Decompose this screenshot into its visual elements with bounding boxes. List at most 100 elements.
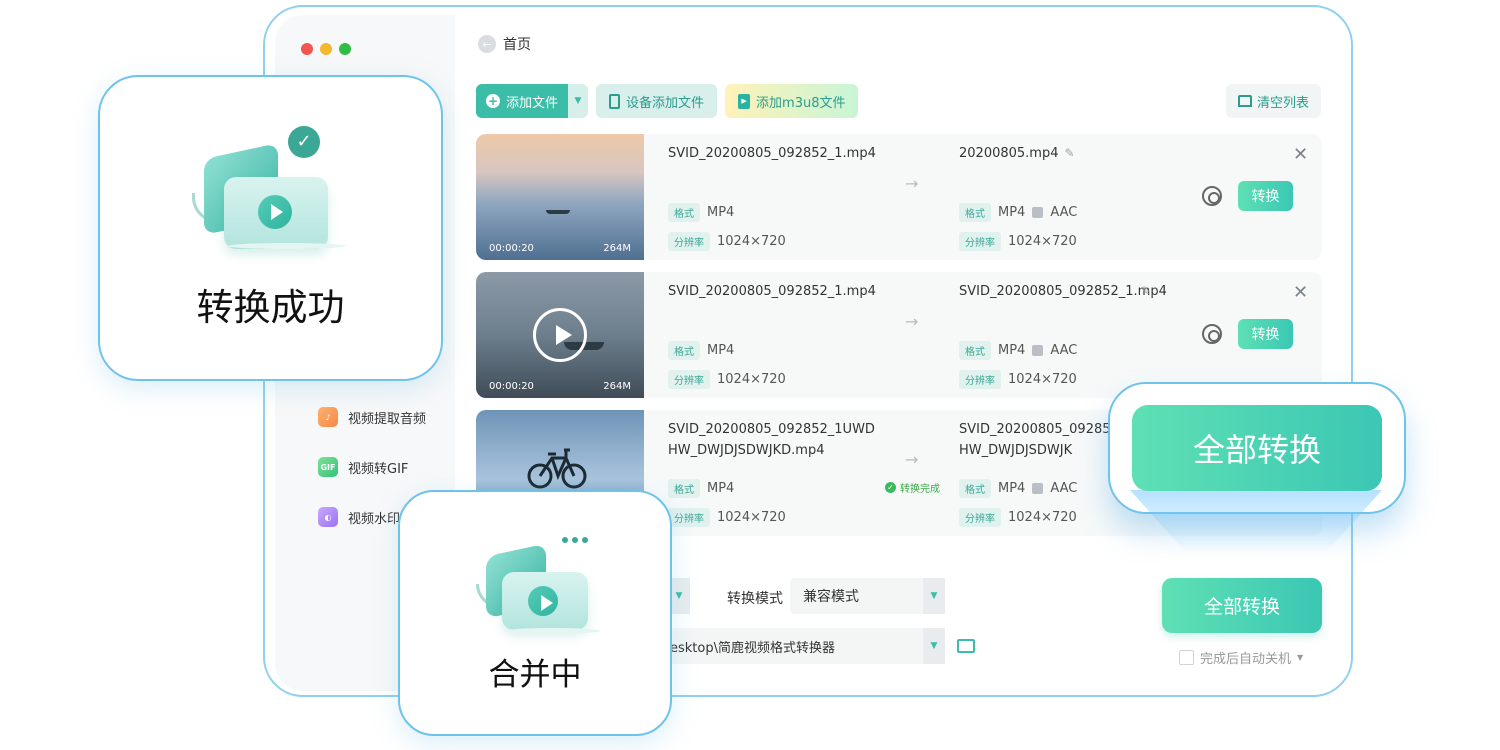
add-file-dropdown-icon[interactable]: ▼	[568, 84, 589, 118]
resolution-tag: 分辨率	[668, 370, 710, 389]
shadow-graphic	[504, 628, 600, 634]
resolution-tag: 分辨率	[959, 232, 1001, 251]
resolution-tag: 分辨率	[959, 370, 1001, 389]
output-path-value: esktop\简鹿视频格式转换器	[670, 640, 835, 656]
source-file-name: SVID_20200805_092852_1.mp4	[668, 146, 876, 161]
format-value: MP4	[707, 205, 735, 220]
output-resolution: 分辨率 1024×720	[959, 370, 1077, 389]
status-text: 转换完成	[900, 484, 940, 495]
arrow-right-icon: →	[905, 450, 919, 469]
arrow-right-icon: →	[905, 174, 919, 193]
success-label: 转换成功	[196, 286, 345, 329]
add-m3u8-label: 添加m3u8文件	[756, 95, 846, 111]
add-m3u8-button[interactable]: ▶ 添加m3u8文件	[725, 84, 859, 118]
play-icon[interactable]	[533, 308, 587, 362]
add-file-button[interactable]: + 添加文件	[476, 84, 569, 118]
format-tag: 格式	[668, 341, 700, 360]
sidebar-item-label: 视频转GIF	[348, 461, 409, 477]
merging-card: 合并中	[398, 490, 672, 736]
source-file-name: SVID_20200805_092852_1.mp4	[668, 284, 876, 299]
output-path-select[interactable]: esktop\简鹿视频格式转换器 ▼	[660, 628, 945, 664]
video-thumbnail[interactable]: 00:00:20 264M	[476, 272, 644, 398]
format-tag: 格式	[959, 203, 991, 222]
gear-icon[interactable]	[1202, 324, 1222, 344]
audio-value: AAC	[1050, 205, 1078, 220]
video-duration: 00:00:20	[489, 243, 534, 254]
format-value: MP4	[707, 343, 735, 358]
play-icon	[528, 586, 558, 616]
auto-shutdown-option[interactable]: 完成后自动关机 ▼	[1179, 648, 1303, 667]
chevron-down-icon[interactable]: ▼	[1297, 653, 1303, 662]
device-add-file-button[interactable]: 设备添加文件	[596, 84, 718, 118]
sidebar-item-label: 视频水印	[348, 511, 401, 527]
output-file-name[interactable]: 20200805.mp4 ✎	[959, 143, 1169, 164]
video-duration: 00:00:20	[489, 381, 534, 392]
sidebar-item-gif[interactable]: GIF 视频转GIF	[318, 457, 408, 477]
convert-button[interactable]: 转换	[1238, 181, 1293, 211]
video-thumbnail[interactable]: 00:00:20 264M	[476, 134, 644, 260]
status-badge: ✓ 转换完成	[885, 480, 940, 495]
source-resolution: 分辨率 1024×720	[668, 232, 786, 251]
resolution-tag: 分辨率	[959, 508, 1001, 527]
format-value: MP4	[998, 343, 1026, 358]
resolution-value: 1024×720	[717, 372, 786, 387]
clear-list-label: 清空列表	[1257, 95, 1310, 111]
mode-value: 兼容模式	[803, 589, 859, 605]
m3u8-file-icon: ▶	[738, 93, 751, 109]
check-circle-icon: ✓	[288, 126, 320, 158]
format-value: MP4	[707, 481, 735, 496]
output-file-name-text: SVID_20200805_092852_1.mp4	[959, 284, 1167, 299]
file-row: 00:00:20 264M SVID_20200805_092852_1.mp4…	[476, 272, 1322, 398]
resolution-value: 1024×720	[717, 234, 786, 249]
play-icon	[258, 195, 292, 229]
auto-shutdown-label: 完成后自动关机	[1200, 652, 1292, 667]
breadcrumb-home[interactable]: 首页	[503, 34, 531, 54]
pencil-icon[interactable]: ✎	[1141, 284, 1151, 298]
folder-icon[interactable]	[957, 639, 975, 653]
device-add-file-label: 设备添加文件	[626, 95, 705, 111]
check-circle-icon: ✓	[885, 482, 896, 493]
convert-button[interactable]: 转换	[1238, 319, 1293, 349]
shadow-graphic	[228, 243, 346, 249]
window-controls	[301, 43, 351, 55]
video-folder-illustration	[188, 143, 348, 253]
gif-icon: GIF	[318, 457, 338, 477]
convert-all-button[interactable]: 全部转换	[1162, 578, 1322, 633]
bicycle-graphic	[527, 448, 587, 489]
auto-shutdown-checkbox[interactable]	[1179, 650, 1194, 665]
gear-icon[interactable]	[1202, 186, 1222, 206]
pencil-icon[interactable]: ✎	[1065, 146, 1075, 160]
resolution-value: 1024×720	[1008, 234, 1077, 249]
audio-icon	[1032, 345, 1044, 356]
close-window-button[interactable]	[301, 43, 313, 55]
add-file-button-group: + 添加文件 ▼	[476, 84, 589, 118]
more-dots-icon	[562, 537, 588, 543]
output-format: 格式 MP4 AAC	[959, 479, 1077, 498]
resolution-tag: 分辨率	[668, 508, 710, 527]
output-file-name[interactable]: SVID_20200805_092852_1.mp4	[959, 281, 1169, 302]
minimize-window-button[interactable]	[320, 43, 332, 55]
breadcrumb: ← 首页	[478, 34, 531, 54]
resolution-value: 1024×720	[1008, 510, 1077, 525]
clear-list-button[interactable]: 清空列表	[1226, 84, 1322, 118]
format-tag: 格式	[668, 203, 700, 222]
video-folder-illustration	[474, 543, 604, 634]
maximize-window-button[interactable]	[339, 43, 351, 55]
video-size: 264M	[603, 243, 631, 254]
broom-icon	[1238, 95, 1252, 107]
add-file-label: 添加文件	[506, 95, 559, 111]
sidebar-item-label: 视频提取音频	[348, 411, 427, 427]
close-icon[interactable]: ✕	[1293, 282, 1308, 303]
audio-icon	[1032, 207, 1044, 218]
format-value: MP4	[998, 481, 1026, 496]
format-tag: 格式	[668, 479, 700, 498]
sidebar-item-audio-extract[interactable]: ♪ 视频提取音频	[318, 407, 426, 427]
mode-select[interactable]: 兼容模式 ▼	[790, 578, 945, 614]
back-arrow-icon[interactable]: ←	[478, 35, 496, 53]
format-value: MP4	[998, 205, 1026, 220]
source-resolution: 分辨率 1024×720	[668, 370, 786, 389]
close-icon[interactable]: ✕	[1293, 144, 1308, 165]
chevron-down-icon: ▼	[923, 628, 945, 664]
convert-all-big-button[interactable]: 全部转换	[1132, 405, 1382, 491]
sidebar-item-watermark[interactable]: ◐ 视频水印	[318, 507, 400, 527]
